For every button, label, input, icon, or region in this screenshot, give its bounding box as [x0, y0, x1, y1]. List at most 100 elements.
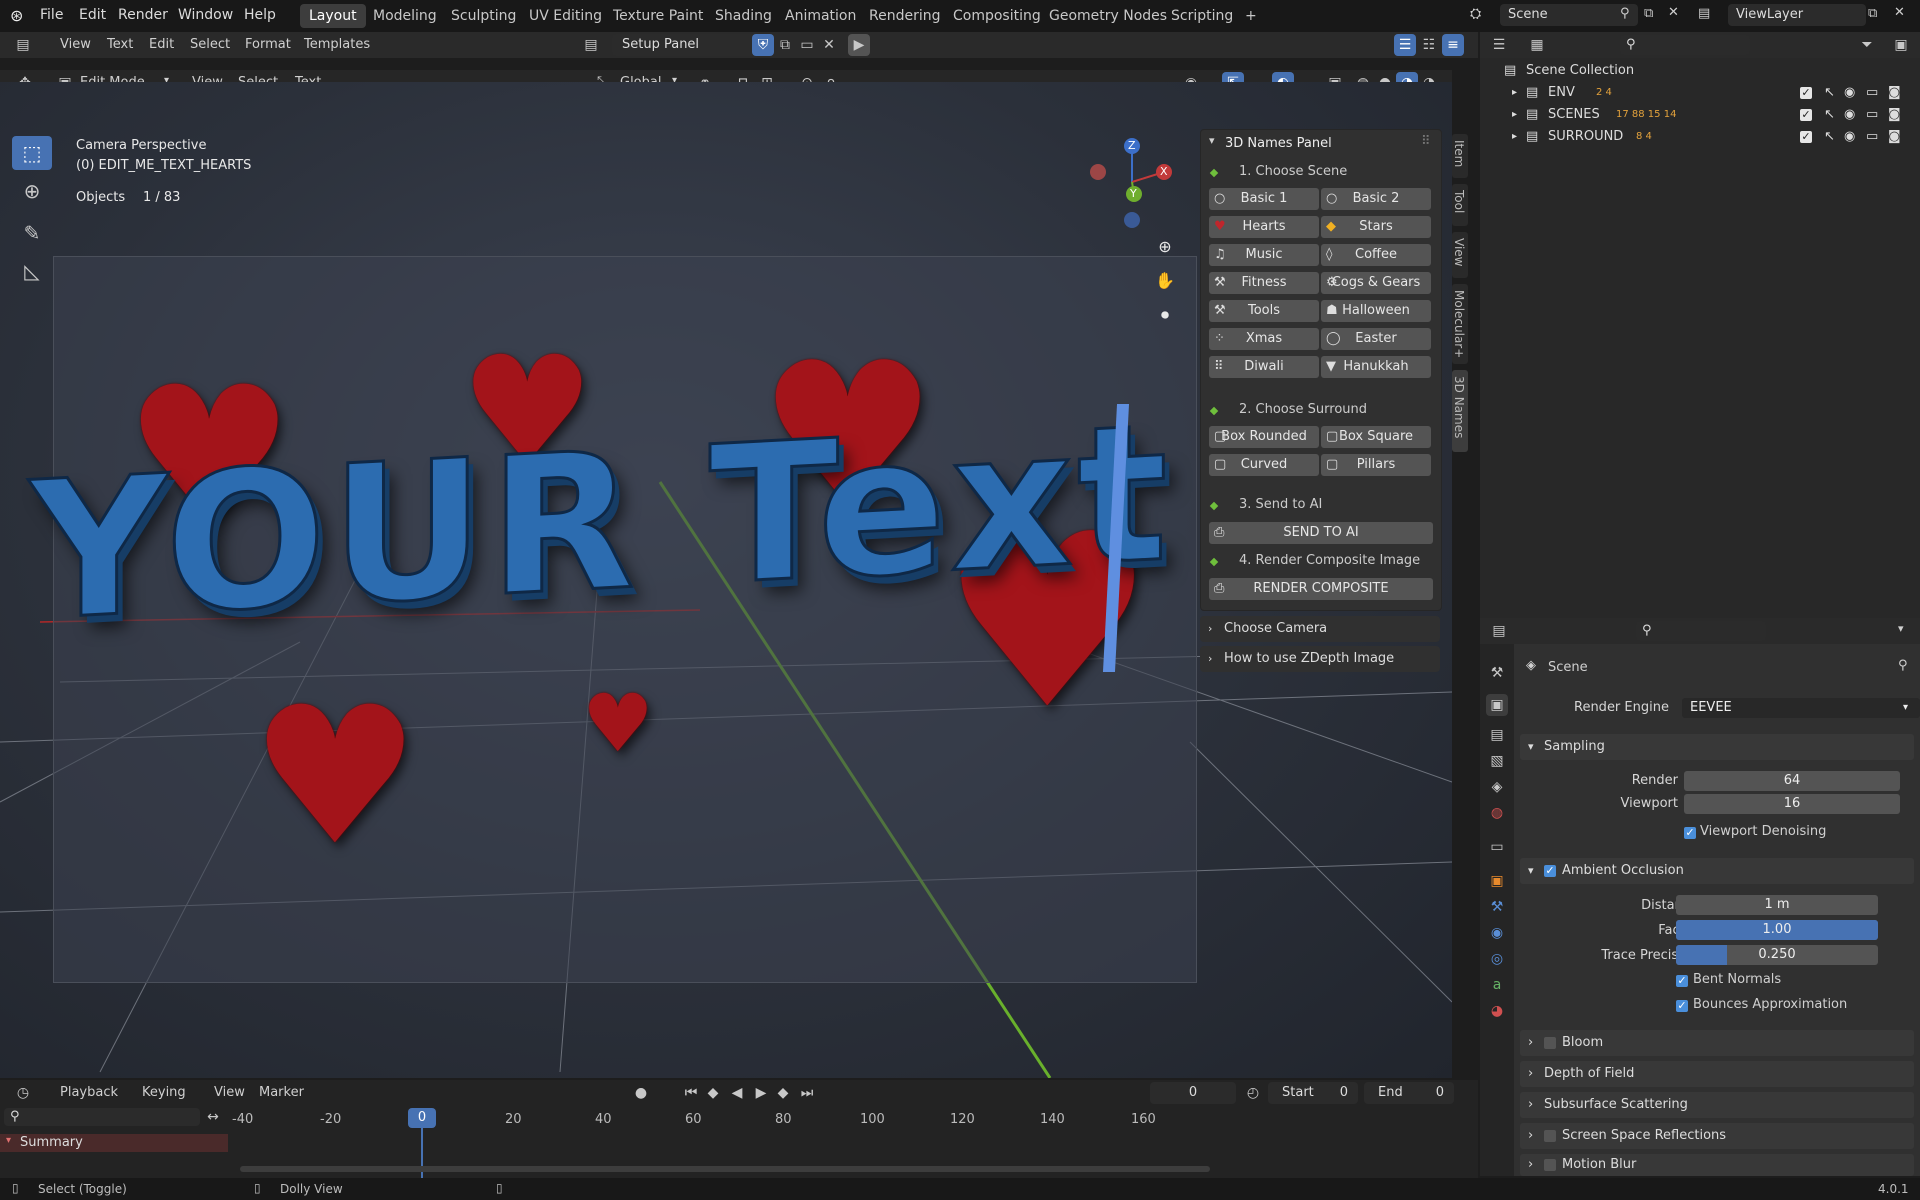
expand-chevron-right-icon[interactable]: ▸ [1512, 104, 1517, 126]
modifier-tab-icon[interactable]: ⚒ [1486, 896, 1508, 918]
jump-end-icon[interactable]: ⏭ [796, 1082, 818, 1104]
outliner-search-input[interactable]: ⚲ [1620, 35, 1750, 55]
pan-hand-icon[interactable]: ✋ [1154, 270, 1176, 292]
scene-hearts-button[interactable]: ♥ Hearts [1209, 216, 1319, 238]
script-name-field[interactable]: Setup Panel [612, 34, 758, 56]
stopwatch-icon[interactable]: ◴ [1242, 1082, 1264, 1104]
delete-viewlayer-icon[interactable]: ✕ [1894, 5, 1905, 20]
monitor-icon[interactable]: ▭ [1866, 126, 1878, 148]
outliner-editor-type-icon[interactable]: ☰ [1488, 34, 1510, 56]
ssr-checkbox[interactable] [1544, 1130, 1556, 1142]
duplicate-icon[interactable]: ⧉ [774, 34, 796, 56]
viewport-denoising-checkbox[interactable]: ✓ [1684, 827, 1696, 839]
expand-chevron-right-icon[interactable]: ▸ [1512, 82, 1517, 104]
scene-selector-icon[interactable]: ⛭ [1470, 6, 1481, 22]
line-numbers-icon[interactable]: ☰ [1394, 34, 1416, 56]
subsurface-scattering-section-header[interactable]: › Subsurface Scattering [1520, 1092, 1914, 1118]
physics-tab-icon[interactable]: ◎ [1486, 948, 1508, 970]
camera-view-icon[interactable]: ⏺ [1154, 304, 1176, 326]
scene-field[interactable]: Scene [1500, 4, 1638, 26]
shield-icon[interactable]: ⛨ [752, 34, 774, 56]
include-checkbox[interactable]: ✓ [1800, 87, 1812, 99]
tab-texture-paint[interactable]: Texture Paint [604, 4, 712, 28]
eye-icon[interactable]: ◉ [1844, 82, 1855, 104]
ambient-occlusion-section-header[interactable]: ▾ ✓ Ambient Occlusion [1520, 858, 1914, 884]
monitor-icon[interactable]: ▭ [1866, 82, 1878, 104]
options-chevron-down-icon[interactable]: ▾ [1898, 622, 1904, 635]
eye-icon[interactable]: ◉ [1844, 104, 1855, 126]
scene-stars-button[interactable]: ◆ Stars [1321, 216, 1431, 238]
editor-type-icon[interactable]: ▤ [12, 34, 34, 56]
bent-normals-checkbox[interactable]: ✓ [1676, 975, 1688, 987]
filter-icon[interactable]: ⏷ [1856, 34, 1878, 56]
delete-scene-icon[interactable]: ✕ [1668, 5, 1679, 20]
scene-collection-row[interactable]: ▤ Scene Collection [1480, 60, 1920, 82]
eye-icon[interactable]: ◉ [1844, 126, 1855, 148]
ssr-section-header[interactable]: › Screen Space Reflections [1520, 1123, 1914, 1149]
playhead[interactable]: 0 [408, 1108, 436, 1128]
menu-help[interactable]: Help [244, 7, 276, 23]
sampling-section-header[interactable]: ▾ Sampling [1520, 734, 1914, 760]
viewlayer-icon[interactable]: ▤ [1698, 6, 1710, 21]
scene-hanukkah-button[interactable]: ▼ Hanukkah [1321, 356, 1431, 378]
tool-tab-icon[interactable]: ⚒ [1486, 662, 1508, 684]
properties-search-input[interactable]: ⚲ [1636, 621, 1766, 641]
surround-curved-button[interactable]: ▢ Curved [1209, 454, 1319, 476]
pin-icon[interactable]: ⚲ [1620, 6, 1630, 21]
tab-uv-editing[interactable]: UV Editing [520, 4, 611, 28]
render-composite-button[interactable]: ⎙ RENDER COMPOSITE [1209, 578, 1433, 600]
display-mode-icon[interactable]: ▦ [1526, 34, 1548, 56]
scene-coffee-button[interactable]: ◊ Coffee [1321, 244, 1431, 266]
collection-tab-icon[interactable]: ▭ [1486, 836, 1508, 858]
include-checkbox[interactable]: ✓ [1800, 109, 1812, 121]
output-tab-icon[interactable]: ▤ [1486, 724, 1508, 746]
timeline-menu-keying[interactable]: Keying [142, 1085, 186, 1100]
tab-geometry-nodes[interactable]: Geometry Nodes [1040, 4, 1176, 28]
end-frame-field[interactable]: End 0 [1364, 1082, 1454, 1104]
blender-logo-icon[interactable]: ⊛ [10, 6, 23, 25]
surround-box-rounded-button[interactable]: ▢ Box Rounded [1209, 426, 1319, 448]
sidebar-tab-tool[interactable]: Tool [1452, 184, 1468, 226]
unlink-icon[interactable]: ✕ [818, 34, 840, 56]
folder-icon[interactable]: ▭ [796, 34, 818, 56]
menu-window[interactable]: Window [178, 7, 233, 23]
selectable-icon[interactable]: ↖ [1824, 126, 1835, 148]
text-menu-select[interactable]: Select [190, 37, 230, 52]
bloom-checkbox[interactable] [1544, 1037, 1556, 1049]
summary-row[interactable]: ▾ Summary [0, 1134, 228, 1152]
properties-editor-type-icon[interactable]: ▤ [1488, 620, 1510, 642]
text-menu-format[interactable]: Format [245, 37, 291, 52]
text-menu-view[interactable]: View [60, 37, 91, 52]
selectable-icon[interactable]: ↖ [1824, 82, 1835, 104]
tab-scripting[interactable]: Scripting [1162, 4, 1242, 28]
scene-easter-button[interactable]: ◯ Easter [1321, 328, 1431, 350]
sidebar-tab-3d-names[interactable]: 3D Names [1452, 370, 1468, 452]
text-menu-edit[interactable]: Edit [149, 37, 174, 52]
ao-trace-precision-slider[interactable]: 0.250 [1676, 945, 1878, 965]
zdepth-panel[interactable]: › How to use ZDepth Image [1200, 646, 1440, 672]
next-keyframe-icon[interactable]: ◆ [772, 1082, 794, 1104]
current-frame-field[interactable]: 0 [1150, 1082, 1236, 1104]
cursor-icon[interactable]: ⊕ [12, 174, 52, 208]
surround-pillars-button[interactable]: ▢ Pillars [1321, 454, 1431, 476]
play-icon[interactable]: ▶ [750, 1082, 772, 1104]
tab-rendering[interactable]: Rendering [860, 4, 950, 28]
viewlayer-field[interactable]: ViewLayer [1728, 4, 1866, 26]
bloom-section-header[interactable]: › Bloom [1520, 1030, 1914, 1056]
depth-of-field-section-header[interactable]: › Depth of Field [1520, 1061, 1914, 1087]
camera-icon[interactable]: ◙ [1888, 82, 1901, 104]
scene-tools-button[interactable]: ⚒ Tools [1209, 300, 1319, 322]
add-workspace-button[interactable]: + [1236, 4, 1266, 28]
sidebar-tab-item[interactable]: Item [1452, 134, 1468, 178]
select-box-icon[interactable]: ⬚ [12, 136, 52, 170]
camera-icon[interactable]: ◙ [1888, 126, 1901, 148]
ao-factor-slider[interactable]: 1.00 [1676, 920, 1878, 940]
outliner-row-scenes[interactable]: ▸ ▤ SCENES 17 88 15 14 ✓ ↖ ◉ ▭ ◙ [1480, 104, 1920, 126]
timeline-search-input[interactable]: ⚲ [4, 1108, 200, 1126]
menu-file[interactable]: File [40, 7, 63, 23]
selectable-icon[interactable]: ↖ [1824, 104, 1835, 126]
monitor-icon[interactable]: ▭ [1866, 104, 1878, 126]
annotate-icon[interactable]: ✎ [12, 216, 52, 250]
start-frame-field[interactable]: Start 0 [1268, 1082, 1358, 1104]
material-tab-icon[interactable]: ◕ [1486, 1000, 1508, 1022]
